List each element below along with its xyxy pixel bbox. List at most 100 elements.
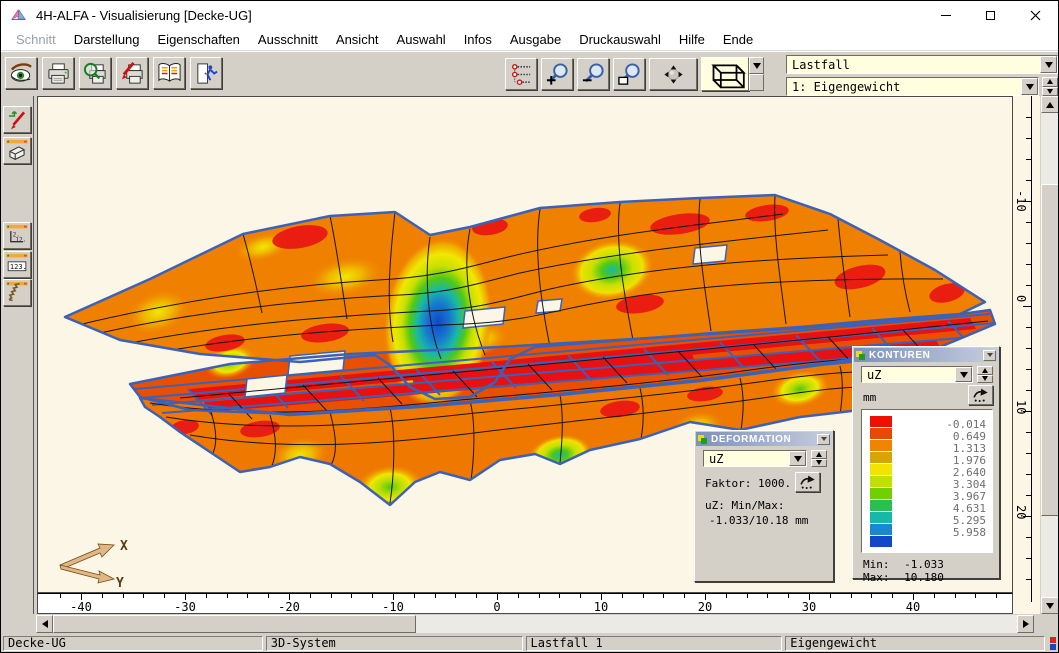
canvas-3d-view[interactable]: X Y DEFORMATION uZ Faktor: 1000. bbox=[37, 96, 1013, 593]
menu-item-ansicht[interactable]: Ansicht bbox=[327, 30, 388, 49]
dimensions-button[interactable]: 2.12. bbox=[3, 222, 31, 249]
axis-indicator: X Y bbox=[52, 535, 182, 593]
konturen-rotate-button[interactable] bbox=[968, 385, 993, 405]
ruler-tick bbox=[539, 594, 540, 598]
chevron-down-icon bbox=[960, 372, 968, 378]
chevron-up-icon bbox=[816, 452, 822, 457]
konturen-quantity-select[interactable]: uZ bbox=[861, 366, 973, 383]
ruler-tick bbox=[476, 594, 477, 598]
konturen-down-button[interactable] bbox=[977, 375, 993, 384]
menu-item-druckauswahl[interactable]: Druckauswahl bbox=[570, 30, 670, 49]
ruler-tick bbox=[1026, 285, 1031, 286]
loadcase-group-arrow-button[interactable] bbox=[1040, 56, 1057, 73]
horizontal-scroll-thumb[interactable] bbox=[53, 615, 416, 633]
toolbar-file-group bbox=[5, 57, 222, 89]
konturen-panel-titlebar[interactable]: KONTUREN bbox=[854, 348, 998, 362]
pan-control[interactable] bbox=[649, 58, 697, 90]
deformation-minmax-value: -1.033/10.18 mm bbox=[709, 514, 808, 527]
ruler-tick bbox=[206, 594, 207, 598]
ruler-tick bbox=[1026, 432, 1031, 433]
zoom-window-button[interactable] bbox=[613, 58, 645, 90]
ruler-tick bbox=[1026, 579, 1031, 580]
loadcase-up-button[interactable] bbox=[1042, 77, 1058, 87]
menu-item-ausgabe[interactable]: Ausgabe bbox=[501, 30, 570, 49]
deformation-down-button[interactable] bbox=[811, 459, 827, 468]
titlebar: 4H-ALFA - Visualisierung [Decke-UG] bbox=[1, 1, 1058, 29]
deformation-rotate-button[interactable] bbox=[795, 472, 820, 492]
menu-item-darstellung[interactable]: Darstellung bbox=[65, 30, 149, 49]
status-indicator-icon bbox=[1048, 637, 1058, 650]
scroll-down-button[interactable] bbox=[1041, 597, 1059, 614]
scroll-left-button[interactable] bbox=[36, 615, 53, 633]
zoom-in-button[interactable] bbox=[541, 58, 573, 90]
y-axis-label: Y bbox=[116, 576, 124, 591]
chevron-up-icon bbox=[1047, 79, 1053, 84]
deformation-panel[interactable]: DEFORMATION uZ Faktor: 1000. bbox=[694, 430, 834, 582]
ruler-tick bbox=[1026, 537, 1031, 538]
y-axis-arrow bbox=[60, 565, 114, 583]
deformation-quantity-arrow[interactable] bbox=[789, 451, 806, 466]
ruler-tick bbox=[102, 594, 103, 598]
statusbar: Decke-UG3D-SystemLastfall 1Eigengewicht bbox=[1, 634, 1059, 653]
konturen-up-button[interactable] bbox=[977, 366, 993, 375]
ruler-tick bbox=[1026, 138, 1031, 139]
loadcase-arrow-button[interactable] bbox=[1021, 78, 1038, 95]
section-points-button[interactable] bbox=[505, 58, 537, 90]
legend-swatch bbox=[870, 500, 892, 511]
deformation-quantity-select[interactable]: uZ bbox=[703, 450, 807, 467]
print-button[interactable] bbox=[42, 57, 74, 89]
report-book-button[interactable] bbox=[153, 57, 185, 89]
scroll-up-button[interactable] bbox=[1041, 96, 1059, 113]
menu-item-ende[interactable]: Ende bbox=[714, 30, 762, 49]
loadcase-down-button[interactable] bbox=[1042, 87, 1058, 97]
menu-item-infos[interactable]: Infos bbox=[455, 30, 501, 49]
redefine-button[interactable] bbox=[3, 106, 31, 133]
ruler-tick bbox=[622, 594, 623, 598]
minimize-button[interactable] bbox=[923, 1, 968, 29]
loadcase-select[interactable]: 1: Eigengewicht bbox=[786, 77, 1039, 96]
deformation-up-button[interactable] bbox=[811, 450, 827, 459]
chevron-down-icon bbox=[753, 63, 761, 69]
exit-button[interactable] bbox=[190, 57, 222, 89]
scroll-right-button[interactable] bbox=[1017, 615, 1034, 633]
view-cube-button[interactable] bbox=[701, 57, 749, 91]
zoom-out-button[interactable] bbox=[577, 58, 609, 90]
svg-text:123.: 123. bbox=[10, 262, 27, 271]
konturen-quantity-value: uZ bbox=[862, 368, 955, 382]
visibility-button[interactable] bbox=[5, 57, 37, 89]
loadcase-group-select[interactable]: Lastfall bbox=[786, 55, 1058, 74]
legend-swatch bbox=[870, 512, 892, 523]
close-button[interactable] bbox=[1013, 1, 1058, 29]
konturen-quantity-arrow[interactable] bbox=[955, 367, 972, 382]
toolbar-view-group bbox=[505, 57, 764, 91]
menu-item-eigenschaften[interactable]: Eigenschaften bbox=[149, 30, 249, 49]
ruler-tick bbox=[975, 594, 976, 598]
vertical-scrollbar[interactable] bbox=[1041, 96, 1059, 614]
print-edit-button[interactable] bbox=[116, 57, 148, 89]
solid-view-button[interactable] bbox=[3, 137, 31, 164]
ruler-tick bbox=[830, 594, 831, 598]
springs-button[interactable] bbox=[3, 279, 31, 306]
horizontal-scrollbar[interactable] bbox=[36, 615, 1034, 633]
vertical-scroll-thumb[interactable] bbox=[1041, 184, 1059, 516]
app-window: 4H-ALFA - Visualisierung [Decke-UG] Schn… bbox=[0, 0, 1059, 653]
values-button[interactable]: 123. bbox=[3, 251, 31, 278]
menu-item-auswahl[interactable]: Auswahl bbox=[388, 30, 455, 49]
ruler-tick bbox=[227, 594, 228, 598]
deformation-panel-titlebar[interactable]: DEFORMATION bbox=[696, 432, 832, 446]
menu-item-ausschnitt[interactable]: Ausschnitt bbox=[249, 30, 327, 49]
ruler-label: 30 bbox=[802, 600, 816, 614]
ruler-label: -10 bbox=[1014, 190, 1028, 212]
ruler-tick bbox=[351, 594, 352, 598]
chevron-up-icon bbox=[982, 368, 988, 373]
print-preview-icon bbox=[83, 61, 108, 86]
konturen-panel-menu-button[interactable] bbox=[983, 350, 996, 361]
print-preview-button[interactable] bbox=[79, 57, 111, 89]
maximize-button[interactable] bbox=[968, 1, 1013, 29]
view-cube-spacer-button[interactable] bbox=[749, 74, 764, 91]
deformation-panel-menu-button[interactable] bbox=[817, 434, 830, 445]
x-axis-arrow bbox=[60, 544, 114, 569]
konturen-panel[interactable]: KONTUREN uZ mm bbox=[852, 346, 1000, 579]
menu-item-hilfe[interactable]: Hilfe bbox=[670, 30, 714, 49]
view-cube-dropdown-button[interactable] bbox=[749, 57, 764, 74]
